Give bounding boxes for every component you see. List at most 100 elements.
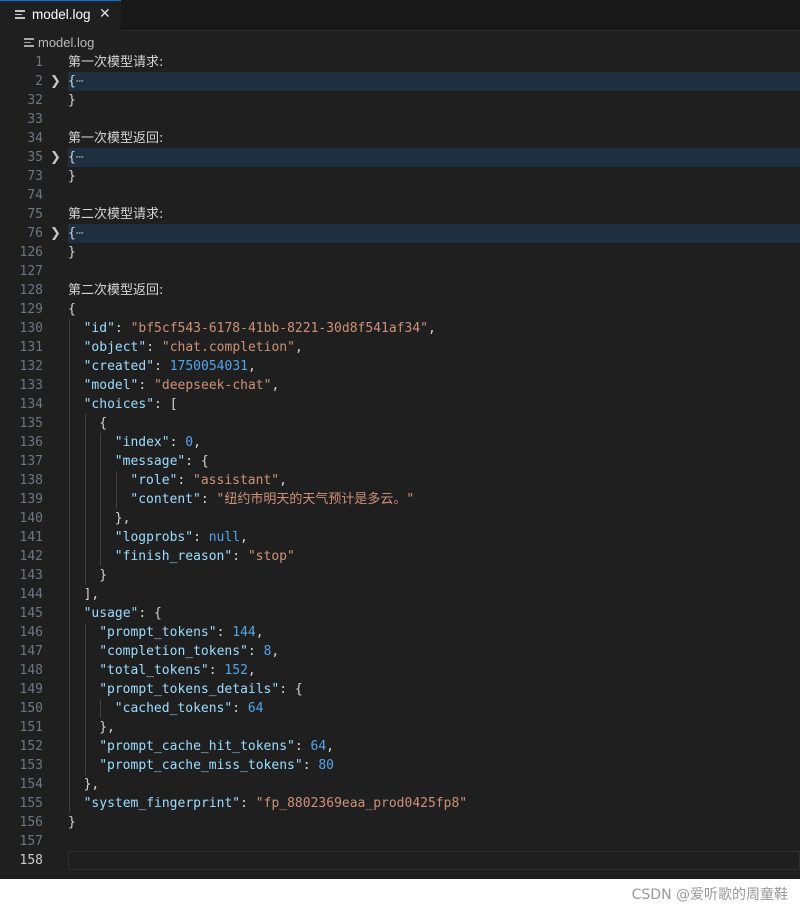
- indent-guide: [84, 623, 86, 642]
- code-line[interactable]: 156}: [0, 813, 800, 832]
- indent-guide: [69, 756, 70, 775]
- code-token: ],: [83, 587, 100, 602]
- code-text: {⋯: [68, 224, 84, 243]
- code-token: {: [68, 302, 76, 317]
- code-line[interactable]: 141 "logprobs": null,: [0, 528, 800, 547]
- code-line[interactable]: 75 第二次模型请求:: [0, 205, 800, 224]
- fold-chevron-icon[interactable]: ❯: [50, 148, 64, 167]
- indent-guide: [69, 661, 70, 680]
- code-line[interactable]: 2 ❯ {⋯: [0, 72, 800, 91]
- code-line[interactable]: 131 "object": "chat.completion",: [0, 338, 800, 357]
- code-text: "model": "deepseek-chat",: [84, 376, 280, 395]
- code-token: : {: [279, 682, 303, 697]
- line-number: 157: [19, 834, 43, 849]
- fold-chevron-icon[interactable]: ❯: [50, 72, 64, 91]
- code-line[interactable]: 136 "index": 0,: [0, 433, 800, 452]
- code-line[interactable]: 139 "content": "纽约市明天的天气预计是多云。": [0, 490, 800, 509]
- code-line[interactable]: 74: [0, 186, 800, 205]
- code-token: "prompt_cache_hit_tokens": [99, 739, 295, 754]
- code-line[interactable]: 152 "prompt_cache_hit_tokens": 64,: [0, 737, 800, 756]
- line-number: 75: [27, 207, 43, 222]
- line-number: 137: [19, 454, 43, 469]
- code-line[interactable]: 129 {: [0, 300, 800, 319]
- code-line[interactable]: 144],: [0, 585, 800, 604]
- code-text: "system_fingerprint": "fp_8802369eaa_pro…: [84, 794, 468, 813]
- code-line[interactable]: 158: [0, 851, 800, 870]
- code-line[interactable]: 73}: [0, 167, 800, 186]
- code-token: "chat.completion": [161, 340, 295, 355]
- file-lines-icon: [15, 10, 25, 20]
- indent-guide: [84, 452, 86, 471]
- code-line[interactable]: 32}: [0, 91, 800, 110]
- code-text: "object": "chat.completion",: [84, 338, 303, 357]
- line-number: 150: [19, 701, 43, 716]
- code-line[interactable]: 127: [0, 262, 800, 281]
- code-line[interactable]: 143}: [0, 566, 800, 585]
- code-line[interactable]: 76 ❯ {⋯: [0, 224, 800, 243]
- code-text: "logprobs": null,: [115, 528, 248, 547]
- line-number: 134: [19, 397, 43, 412]
- indent-guide: [69, 528, 70, 547]
- watermark: CSDN @爱听歌的周童鞋: [631, 887, 788, 903]
- code-text: "content": "纽约市明天的天气预计是多云。": [130, 490, 414, 509]
- code-line[interactable]: 135 {: [0, 414, 800, 433]
- folded-region-highlight: [68, 72, 800, 91]
- line-number: 142: [19, 549, 43, 564]
- indent-guide: [100, 699, 102, 718]
- code-line[interactable]: 147 "completion_tokens": 8,: [0, 642, 800, 661]
- code-line[interactable]: 155 "system_fingerprint": "fp_8802369eaa_…: [0, 794, 800, 813]
- code-line[interactable]: 138 "role": "assistant",: [0, 471, 800, 490]
- code-text: "role": "assistant",: [130, 471, 287, 490]
- code-text: }: [68, 813, 76, 832]
- tab-model-log[interactable]: model.log ✕: [0, 0, 121, 31]
- code-line[interactable]: 142 "finish_reason": "stop": [0, 547, 800, 566]
- code-line[interactable]: 134 "choices": [: [0, 395, 800, 414]
- line-number: 138: [19, 473, 43, 488]
- code-token: "fp_8802369eaa_prod0425fp8": [255, 796, 468, 811]
- code-text: 第二次模型返回:: [68, 281, 163, 300]
- fold-chevron-icon[interactable]: ❯: [50, 224, 64, 243]
- code-line[interactable]: 128 第二次模型返回:: [0, 281, 800, 300]
- code-token: 0: [185, 435, 194, 450]
- code-line[interactable]: 130 "id": "bf5cf543-6178-41bb-8221-30d8f5…: [0, 319, 800, 338]
- code-text: }: [68, 91, 76, 110]
- close-icon[interactable]: ✕: [99, 6, 111, 22]
- indent-guide: [100, 471, 102, 490]
- code-line[interactable]: 132 "created": 1750054031,: [0, 357, 800, 376]
- breadcrumb-file[interactable]: model.log: [38, 35, 94, 50]
- code-line[interactable]: 153 "prompt_cache_miss_tokens": 80: [0, 756, 800, 775]
- code-line[interactable]: 150 "cached_tokens": 64: [0, 699, 800, 718]
- indent-guide: [69, 490, 70, 509]
- indent-guide: [100, 547, 102, 566]
- code-editor[interactable]: 1 第一次模型请求: 2 ❯ {⋯ 32} 33 34 第一次模型返回: 35 ❯ {⋯ 73} 74 75…: [0, 53, 800, 879]
- indent-guide: [69, 433, 70, 452]
- code-line[interactable]: 126}: [0, 243, 800, 262]
- code-line[interactable]: 154},: [0, 775, 800, 794]
- line-number: 129: [19, 302, 43, 317]
- code-text: "completion_tokens": 8,: [99, 642, 279, 661]
- code-line[interactable]: 1 第一次模型请求:: [0, 53, 800, 72]
- indent-guide: [69, 737, 70, 756]
- code-line[interactable]: 146 "prompt_tokens": 144,: [0, 623, 800, 642]
- code-token: "assistant": [193, 473, 280, 488]
- line-number: 146: [19, 625, 43, 640]
- code-line[interactable]: 35 ❯ {⋯: [0, 148, 800, 167]
- code-token: "bf5cf543-6178-41bb-8221-30d8f541af34": [130, 321, 428, 336]
- indent-guide: [84, 566, 86, 585]
- code-token: "object": [83, 340, 147, 355]
- code-token: 80: [318, 758, 334, 773]
- code-line[interactable]: 33: [0, 110, 800, 129]
- code-line[interactable]: 157: [0, 832, 800, 851]
- indent-guide: [84, 737, 86, 756]
- code-line[interactable]: 34 第一次模型返回:: [0, 129, 800, 148]
- code-line[interactable]: 151},: [0, 718, 800, 737]
- code-line[interactable]: 133 "model": "deepseek-chat",: [0, 376, 800, 395]
- code-line[interactable]: 145 "usage": {: [0, 604, 800, 623]
- code-line[interactable]: 148 "total_tokens": 152,: [0, 661, 800, 680]
- code-line[interactable]: 149 "prompt_tokens_details": {: [0, 680, 800, 699]
- code-token: ,: [294, 340, 303, 355]
- indent-guide: [100, 509, 102, 528]
- code-line[interactable]: 140},: [0, 509, 800, 528]
- code-line[interactable]: 137 "message": {: [0, 452, 800, 471]
- code-token: },: [83, 777, 100, 792]
